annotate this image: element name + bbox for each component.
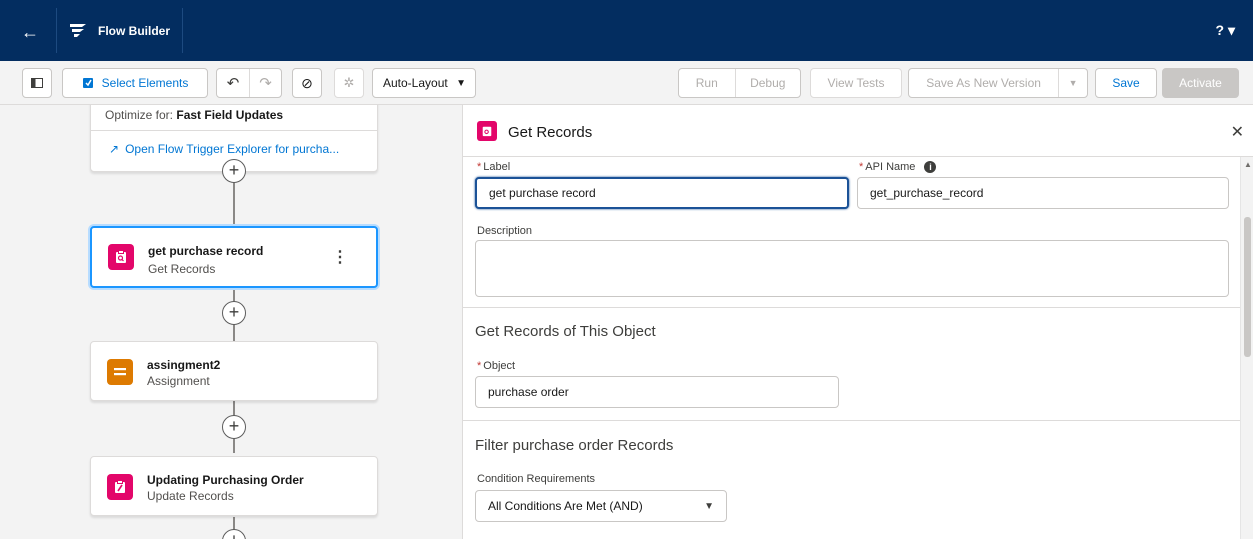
select-elements-label: Select Elements <box>101 76 189 90</box>
section-divider <box>463 307 1241 308</box>
description-textarea[interactable] <box>475 240 1229 297</box>
node-type: Update Records <box>147 489 234 503</box>
close-icon[interactable]: ✕ <box>1231 122 1244 142</box>
more-actions-icon[interactable]: ⋮ <box>332 247 348 267</box>
trigger-explorer-link-label: Open Flow Trigger Explorer for purcha... <box>125 142 340 156</box>
redo-icon[interactable]: ↷ <box>249 69 281 97</box>
header-divider <box>182 8 183 53</box>
condition-requirements-select[interactable]: All Conditions Are Met (AND) ▼ <box>475 490 727 522</box>
app-title: Flow Builder <box>98 24 170 38</box>
flow-builder-logo-icon <box>70 24 86 37</box>
assignment-icon <box>107 359 133 385</box>
get-records-icon <box>477 121 497 141</box>
view-tests-button[interactable]: View Tests <box>810 68 902 98</box>
activate-button[interactable]: Activate <box>1162 68 1239 98</box>
get-records-icon <box>108 244 134 270</box>
undo-icon[interactable]: ↶ <box>217 69 249 97</box>
condition-requirements-label: Condition Requirements <box>477 473 596 485</box>
back-arrow-icon[interactable]: ← <box>18 20 42 44</box>
panel-header: Get Records ✕ <box>463 105 1253 157</box>
help-menu-button[interactable]: ? ▾ <box>1216 22 1235 39</box>
object-label-text: Object <box>483 360 516 372</box>
flow-node-assignment[interactable]: assingment2 Assignment <box>90 341 378 401</box>
api-name-input[interactable]: get_purchase_record <box>857 177 1229 209</box>
object-input[interactable]: purchase order <box>475 376 839 408</box>
app-header: ← Flow Builder ? ▾ <box>0 0 1253 61</box>
sidebar-toggle-icon <box>31 78 43 88</box>
node-type: Get Records <box>148 262 216 276</box>
node-title: get purchase record <box>148 244 264 258</box>
section-divider <box>463 420 1241 421</box>
flow-node-get-records[interactable]: get purchase record Get Records ⋮ <box>90 226 378 288</box>
optimize-row: Optimize for: Fast Field Updates <box>105 108 283 122</box>
card-divider <box>91 130 377 131</box>
run-debug-group: Run Debug <box>678 68 801 98</box>
add-element-button[interactable]: + <box>222 159 246 183</box>
select-elements-icon <box>82 78 93 88</box>
properties-panel: Get Records ✕ * Label get purchase record… <box>462 105 1253 539</box>
scroll-thumb[interactable] <box>1244 217 1251 357</box>
debug-button[interactable]: Debug <box>734 69 800 97</box>
api-name-label-text: API Name <box>865 161 916 173</box>
object-section-title: Get Records of This Object <box>475 323 656 340</box>
filter-section-title: Filter purchase order Records <box>475 437 674 454</box>
open-external-icon: ↗ <box>109 142 120 156</box>
scroll-up-icon[interactable]: ▲ <box>1244 160 1252 169</box>
layout-select-value: Auto-Layout <box>383 76 448 90</box>
label-field-label-text: Label <box>483 161 511 173</box>
description-label: Description <box>477 225 533 237</box>
chevron-down-icon: ▼ <box>456 77 466 89</box>
node-type: Assignment <box>147 374 210 388</box>
add-element-button[interactable]: + <box>222 529 246 539</box>
save-as-new-version-button[interactable]: Save As New Version <box>909 69 1058 97</box>
save-button[interactable]: Save <box>1095 68 1157 98</box>
save-as-group: Save As New Version ▼ <box>908 68 1088 98</box>
update-records-icon <box>107 474 133 500</box>
select-elements-button[interactable]: Select Elements <box>62 68 208 98</box>
toggle-panel-button[interactable] <box>22 68 52 98</box>
panel-scrollbar[interactable]: ▲ <box>1240 157 1253 539</box>
object-field-label: * Object <box>477 360 516 372</box>
panel-title: Get Records <box>508 124 593 141</box>
node-title: Updating Purchasing Order <box>147 473 304 487</box>
optimize-label: Optimize for: <box>105 108 174 122</box>
undo-redo-group: ↶ ↷ <box>216 68 282 98</box>
trigger-explorer-link[interactable]: ↗ Open Flow Trigger Explorer for purcha..… <box>109 142 339 156</box>
header-divider <box>56 8 57 53</box>
layout-select[interactable]: Auto-Layout ▼ <box>372 68 476 98</box>
node-title: assingment2 <box>147 358 221 372</box>
run-button[interactable]: Run <box>679 69 735 97</box>
chevron-down-icon[interactable]: ▼ <box>1058 69 1087 97</box>
block-icon: ⊘ <box>301 74 313 91</box>
flow-canvas[interactable]: Optimize for: Fast Field Updates ↗ Open F… <box>0 105 462 539</box>
label-field-label: * Label <box>477 161 511 173</box>
toolbar: Select Elements ↶ ↷ ⊘ ✲ Auto-Layout ▼ Ru… <box>0 61 1253 105</box>
condition-select-value: All Conditions Are Met (AND) <box>488 499 643 513</box>
disable-button[interactable]: ⊘ <box>292 68 322 98</box>
chevron-down-icon: ▼ <box>704 500 714 512</box>
flow-node-update-records[interactable]: Updating Purchasing Order Update Records <box>90 456 378 516</box>
optimize-value: Fast Field Updates <box>176 108 284 122</box>
add-element-button[interactable]: + <box>222 301 246 325</box>
settings-button[interactable]: ✲ <box>334 68 364 98</box>
gear-icon: ✲ <box>343 75 355 90</box>
label-input[interactable]: get purchase record <box>475 177 849 209</box>
info-icon[interactable]: i <box>924 161 937 173</box>
api-name-field-label: * API Name i <box>859 161 937 173</box>
add-element-button[interactable]: + <box>222 415 246 439</box>
